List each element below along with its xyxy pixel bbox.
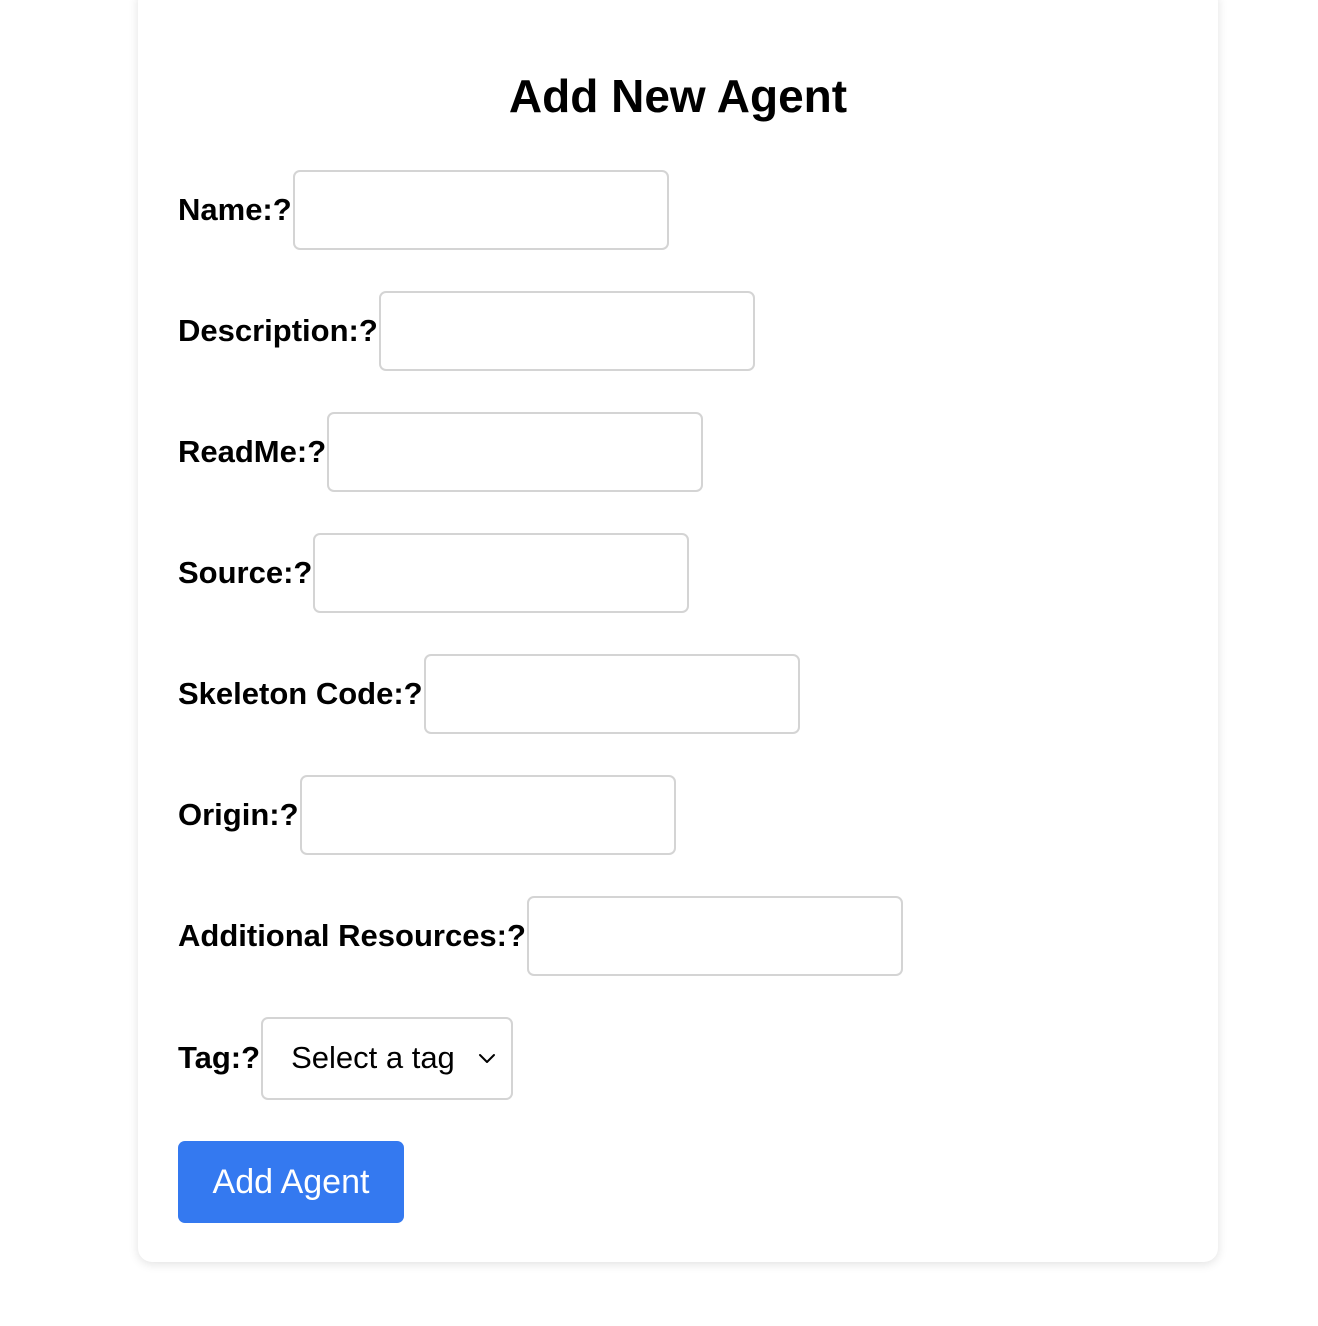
tag-row: Tag:? Select a tag — [178, 1016, 514, 1100]
origin-row: Origin:? — [178, 775, 676, 855]
description-input[interactable] — [378, 291, 755, 371]
skeleton-code-row: Skeleton Code:? — [178, 654, 800, 734]
add-agent-button[interactable]: Add Agent — [178, 1141, 404, 1223]
readme-row: ReadMe:? — [178, 412, 704, 492]
source-row: Source:? — [178, 533, 690, 613]
name-label: Name:? — [178, 192, 292, 227]
tag-select-value: Select a tag — [291, 1040, 455, 1075]
source-label: Source:? — [178, 555, 313, 590]
origin-input[interactable] — [299, 775, 676, 855]
source-input[interactable] — [313, 533, 690, 613]
tag-select[interactable]: Select a tag — [261, 1016, 514, 1100]
additional-resources-label: Additional Resources:? — [178, 918, 526, 953]
skeleton-code-input[interactable] — [423, 654, 800, 734]
description-label: Description:? — [178, 313, 378, 348]
skeleton-code-label: Skeleton Code:? — [178, 676, 423, 711]
name-input[interactable] — [292, 170, 669, 250]
additional-resources-row: Additional Resources:? — [178, 896, 903, 976]
description-row: Description:? — [178, 291, 755, 371]
chevron-down-icon — [479, 1054, 496, 1063]
page-title: Add New Agent — [508, 70, 848, 122]
name-row: Name:? — [178, 170, 669, 250]
readme-label: ReadMe:? — [178, 434, 327, 469]
readme-input[interactable] — [327, 412, 704, 492]
additional-resources-input[interactable] — [526, 896, 903, 976]
tag-label: Tag:? — [178, 1040, 261, 1075]
origin-label: Origin:? — [178, 797, 299, 832]
add-agent-card: Add New Agent Name:? Description:? ReadM… — [138, 0, 1218, 1262]
